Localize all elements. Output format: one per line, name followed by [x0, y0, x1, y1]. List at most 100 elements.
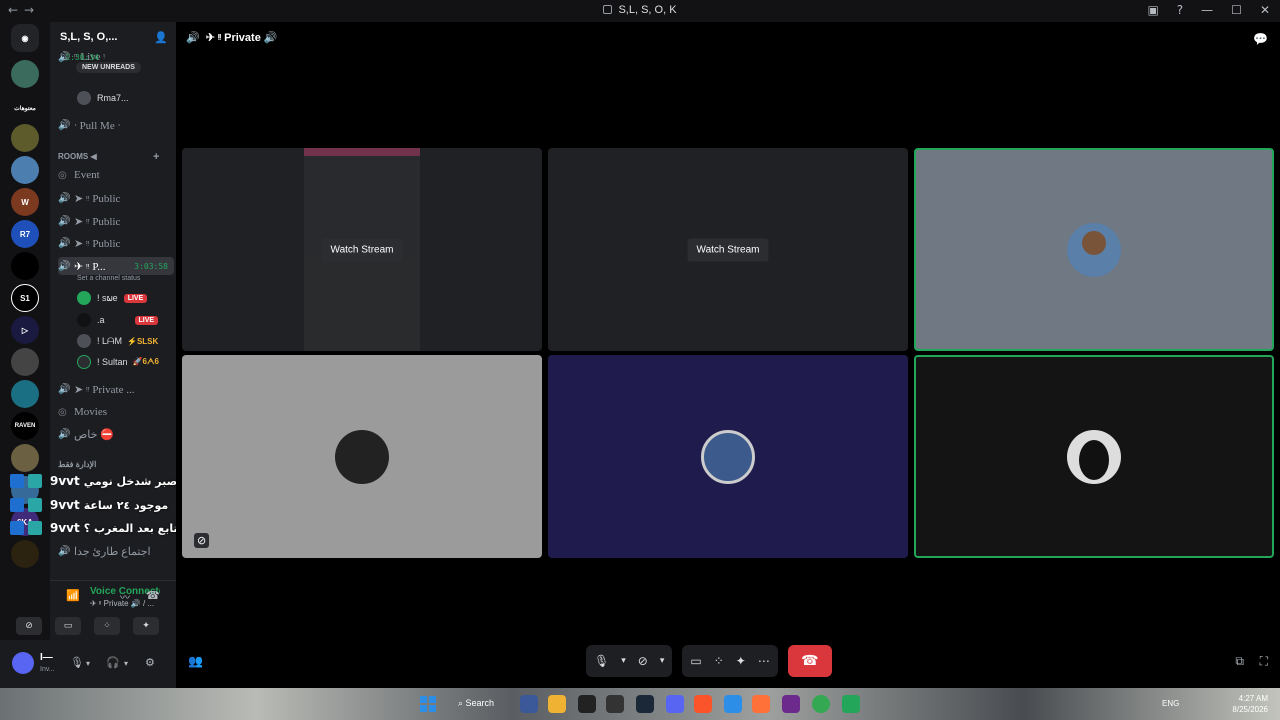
- overlay-badge: [28, 498, 42, 512]
- soundboard-icon[interactable]: ✦: [736, 654, 746, 668]
- watch-stream-button[interactable]: Watch Stream: [687, 238, 769, 261]
- taskbar-brave-icon[interactable]: [694, 695, 712, 713]
- disconnect-button[interactable]: ☎: [787, 645, 832, 677]
- more-icon[interactable]: ⋯: [758, 654, 770, 668]
- chevron-down-icon[interactable]: ▾: [124, 659, 128, 668]
- chat-bubble-icon[interactable]: 💬: [1253, 32, 1268, 46]
- server-icon-10[interactable]: [11, 348, 39, 376]
- member-1[interactable]: ! sພe LIVE: [77, 290, 148, 306]
- system-clock[interactable]: 4:27 AM 8/25/2026: [1232, 693, 1268, 715]
- channel-event[interactable]: ◎ Event: [58, 166, 100, 184]
- language-indicator[interactable]: ENG: [1162, 699, 1179, 708]
- inbox-icon[interactable]: ▣: [1147, 3, 1158, 17]
- channel-top-live[interactable]: 🔊 ᵎᵎ Live ᵎ 1:30:34: [58, 48, 105, 66]
- taskbar-discord-icon[interactable]: [666, 695, 684, 713]
- server-icon-r7[interactable]: R7: [11, 220, 39, 248]
- user-panel: I— Inv... 🎙 ▾ 🎧 ▾ ⚙: [0, 640, 176, 688]
- invite-icon[interactable]: 👥: [188, 654, 203, 668]
- channel-public-3[interactable]: 🔊 ➤ ᵎᵎ Public: [58, 234, 120, 252]
- taskbar-firefox-icon[interactable]: [752, 695, 770, 713]
- category-rooms[interactable]: ROOMS ◀ +: [58, 151, 159, 163]
- server-icon-5[interactable]: W: [11, 188, 39, 216]
- channel-movies[interactable]: ◎ Movies: [58, 403, 107, 421]
- server-icon-raven[interactable]: RAVEN: [11, 412, 39, 440]
- microphone-icon[interactable]: 🎙: [70, 656, 84, 669]
- channel-emergency[interactable]: 🔊 اجتماع طارئ جدا: [58, 542, 151, 560]
- avatar[interactable]: [12, 652, 34, 674]
- soundboard-button[interactable]: ✦: [133, 617, 159, 635]
- microphone-icon[interactable]: 🎙: [594, 654, 609, 668]
- member-rma[interactable]: Rma7...: [77, 90, 129, 106]
- popout-icon[interactable]: ⧉: [1235, 654, 1244, 669]
- category-admin[interactable]: الإدارة فقط: [58, 460, 96, 469]
- headphones-icon[interactable]: 🎧: [106, 656, 120, 669]
- camera-off-icon[interactable]: ⊘: [638, 654, 648, 668]
- activities-button[interactable]: ⁘: [94, 617, 120, 635]
- channel-pull-me[interactable]: 🔊 ᐧ Pull Me ᐧ: [58, 116, 120, 134]
- video-tile-5[interactable]: [548, 355, 908, 558]
- video-tile-6[interactable]: [914, 355, 1274, 558]
- activities-icon[interactable]: ⁘: [714, 654, 724, 668]
- server-icon-11[interactable]: [11, 380, 39, 408]
- channel-public-2[interactable]: 🔊 ➤ ᵎᵎ Public: [58, 212, 120, 230]
- video-tile-4[interactable]: ⊘: [182, 355, 542, 558]
- gear-icon[interactable]: ⚙: [145, 656, 155, 669]
- channel-private-ar[interactable]: 🔊 خاص ⛔: [58, 425, 114, 443]
- video-tile-speaking[interactable]: [914, 148, 1274, 351]
- video-tile-stream-1[interactable]: Watch Stream: [182, 148, 542, 351]
- windows-start-icon[interactable]: [420, 696, 436, 712]
- chevron-down-icon[interactable]: ▾: [621, 656, 626, 666]
- taskbar-chrome-icon[interactable]: [812, 695, 830, 713]
- help-icon[interactable]: ?: [1177, 3, 1183, 17]
- speaker-icon: 🔊: [58, 237, 71, 249]
- server-icon-9[interactable]: ▷: [11, 316, 39, 344]
- noise-suppression-icon[interactable]: 〰: [120, 589, 130, 604]
- server-icon-16[interactable]: [11, 540, 39, 568]
- signal-icon[interactable]: 📶: [66, 589, 80, 602]
- camera-button[interactable]: ⊘: [16, 617, 42, 635]
- search-icon: ⌕: [458, 698, 466, 708]
- channel-label: ➤ ᵎᵎ Public: [74, 237, 121, 250]
- channel-label: Event: [74, 169, 100, 181]
- taskbar-app-icon[interactable]: [606, 695, 624, 713]
- maximize-button[interactable]: ☐: [1231, 3, 1242, 17]
- chevron-down-icon[interactable]: ▾: [660, 656, 665, 666]
- add-friend-icon[interactable]: 👤: [154, 31, 168, 44]
- disconnect-icon[interactable]: ☎: [146, 589, 160, 602]
- server-icon-8[interactable]: S1: [11, 284, 39, 312]
- share-screen-icon[interactable]: ▭: [690, 654, 701, 668]
- add-channel-icon[interactable]: +: [153, 151, 159, 163]
- server-icon-13[interactable]: [11, 444, 39, 472]
- taskbar-app-store-icon[interactable]: [520, 695, 538, 713]
- share-screen-button[interactable]: ▭: [55, 617, 81, 635]
- chevron-down-icon[interactable]: ▾: [86, 659, 90, 668]
- server-icon-1[interactable]: [11, 60, 39, 88]
- taskbar-next-icon[interactable]: [782, 695, 800, 713]
- member-2[interactable]: .a LIVE: [77, 312, 159, 328]
- fullscreen-icon[interactable]: ⛶: [1260, 654, 1268, 669]
- channel-status-hint[interactable]: Set a channel status: [77, 275, 140, 282]
- channel-private-2[interactable]: 🔊 ➤ ᵎᵎ Private ...: [58, 380, 134, 398]
- minimize-button[interactable]: —: [1201, 3, 1213, 17]
- stream-preview-bar: [304, 148, 420, 156]
- member-4[interactable]: ! Sultan 🚀6ᗅ6: [77, 354, 159, 370]
- taskbar-epic-icon[interactable]: [578, 695, 596, 713]
- server-icon-7[interactable]: [11, 252, 39, 280]
- taskbar-search[interactable]: ⌕ Search: [452, 695, 508, 713]
- taskbar-steam-icon[interactable]: [636, 695, 654, 713]
- server-icon-4[interactable]: [11, 156, 39, 184]
- watch-stream-button[interactable]: Watch Stream: [321, 238, 403, 261]
- server-icon-3[interactable]: [11, 124, 39, 152]
- channel-private-active[interactable]: 🔊 ✈ ᵎᵎ P... 3:03:58: [58, 257, 174, 275]
- taskbar-app-icon-2[interactable]: [724, 695, 742, 713]
- server-icon-text[interactable]: معتوهات: [11, 94, 39, 122]
- taskbar-file-explorer-icon[interactable]: [548, 695, 566, 713]
- member-3[interactable]: ! LᗩM ⚡SLSK: [77, 333, 158, 349]
- speaker-icon: 🔊: [58, 260, 71, 272]
- video-tile-stream-2[interactable]: Watch Stream: [548, 148, 908, 351]
- discord-home-icon[interactable]: ◉: [11, 24, 39, 52]
- server-rail: ◉ معتوهات W R7 S1 ▷ RAVEN 6KA: [0, 22, 50, 688]
- channel-public-1[interactable]: 🔊 ➤ ᵎᵎ Public: [58, 189, 120, 207]
- taskbar-app-icon-3[interactable]: [842, 695, 860, 713]
- close-button[interactable]: ✕: [1260, 3, 1270, 17]
